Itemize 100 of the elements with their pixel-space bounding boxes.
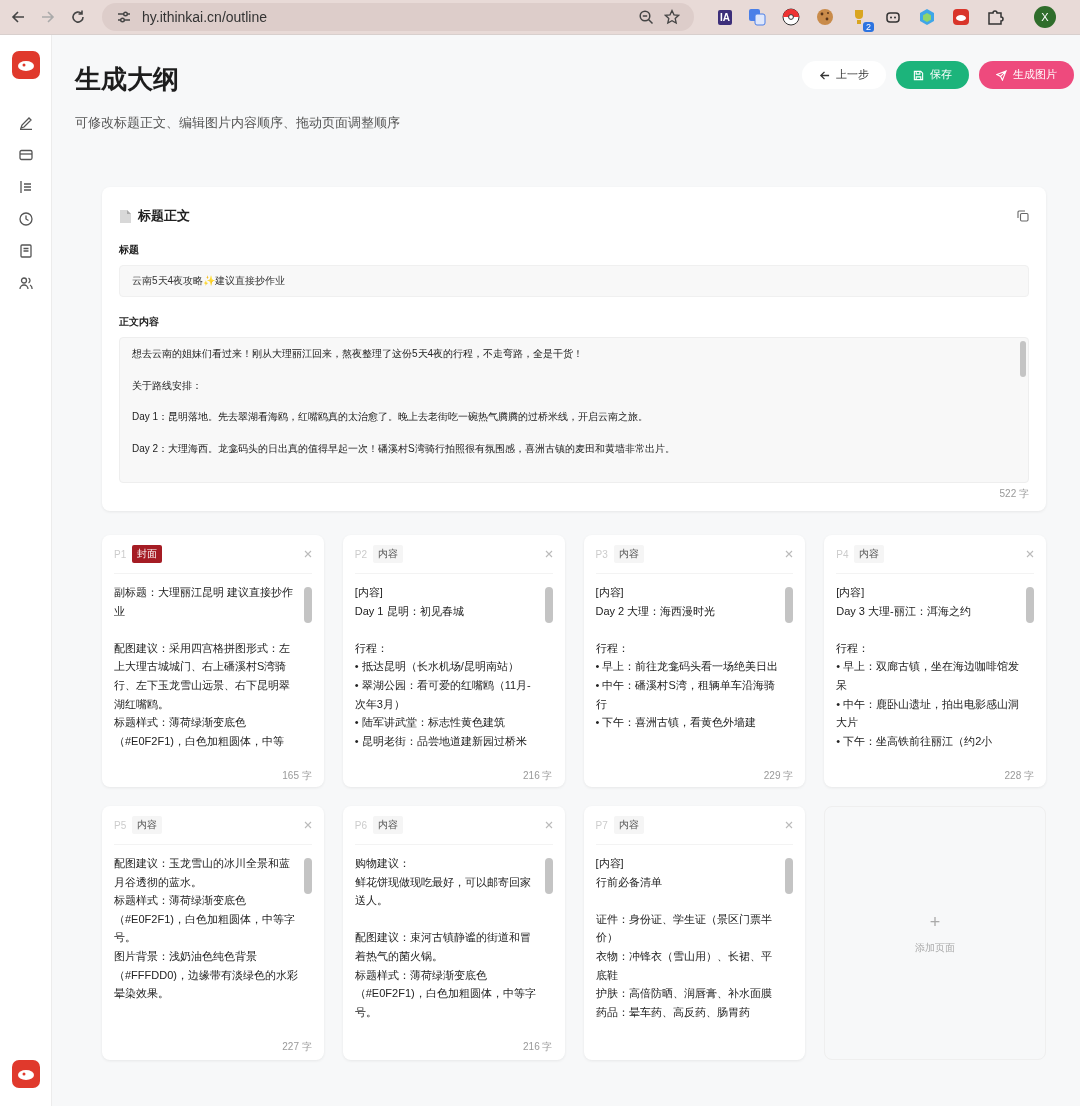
content-line: Day 2 大理：海西漫时光	[595, 603, 717, 619]
book-icon[interactable]	[18, 244, 33, 258]
content-line: 标题样式：薄荷绿渐变底色（#E0F2F1)，白色加粗圆体，中等	[114, 715, 285, 749]
content-line: [内容]	[595, 856, 625, 871]
content-line: [内容]	[595, 585, 625, 600]
scrollbar-thumb[interactable]	[1020, 341, 1026, 377]
page-tag: 内容	[613, 816, 644, 834]
document-icon	[119, 208, 132, 224]
content-line: 鲜花饼现做现吃最好，可以邮寄回家送人。	[354, 874, 532, 909]
profile-avatar[interactable]: X	[1034, 6, 1056, 28]
star-icon[interactable]	[664, 9, 680, 25]
content-line: • 陆军讲武堂：标志性黄色建筑	[354, 715, 506, 731]
site-settings-icon[interactable]	[116, 10, 132, 24]
pencil-icon[interactable]	[18, 116, 33, 130]
content-line: 证件：身份证、学生证（景区门票半价）	[595, 911, 773, 946]
page-subtitle: 可修改标题正文、编辑图片内容顺序、拖动页面调整顺序	[75, 115, 400, 132]
field-label: 标题	[119, 243, 140, 257]
scrollbar-thumb[interactable]	[544, 587, 553, 623]
character-count: 522 字	[998, 487, 1029, 501]
content-line: [内容]	[836, 585, 866, 600]
content-line: 购物建议：	[354, 856, 411, 871]
url-text: hy.ithinkai.cn/outline	[142, 9, 268, 25]
copy-icon[interactable]	[1017, 210, 1029, 222]
send-icon	[996, 69, 1007, 81]
scrollbar-thumb[interactable]	[785, 858, 794, 894]
content-line: Day 3 大理-丽江：洱海之约	[836, 603, 972, 619]
app-logo-icon[interactable]	[11, 51, 40, 79]
scrollbar-thumb[interactable]	[785, 587, 794, 623]
page-title: 生成大纲	[75, 63, 180, 96]
character-count: 228 字	[1003, 769, 1034, 783]
character-count: 227 字	[281, 1040, 312, 1054]
content-line: 标题样式：薄荷绿渐变底色（#E0F2F1)，白色加粗圆体，中等字号。	[114, 893, 296, 946]
field-label: 正文内容	[119, 315, 160, 329]
address-bar[interactable]: hy.ithinkai.cn/outline	[102, 3, 694, 31]
character-count: 216 字	[522, 769, 553, 783]
content-line: • 下午：喜洲古镇，看黄色外墙建	[595, 715, 758, 731]
content-line: 行程：	[354, 640, 389, 656]
content-line: 药品：晕车药、高反药、肠胃药	[595, 1004, 751, 1020]
content-line: 配图建议：采用四宫格拼图形式：左上大理古城城门、右上磻溪村S湾骑行、左下玉龙雪山远景、右下昆明翠湖红嘴鸥。	[114, 640, 291, 712]
translate-icon[interactable]	[748, 8, 766, 26]
add-page-label: 添加页面	[915, 940, 956, 955]
scrollbar-thumb[interactable]	[544, 858, 553, 894]
content-line: • 昆明老街：品尝地道建新园过桥米	[354, 733, 528, 749]
plus-icon: +	[929, 911, 941, 933]
character-count: 165 字	[281, 769, 312, 783]
users-icon[interactable]	[18, 276, 33, 290]
body-paragraph: Day 2：大理海西。龙龛码头的日出真的值得早起一次！磻溪村S湾骑行拍照很有氛围感，喜洲古镇的麦田和黄墙非常出片。	[132, 441, 676, 456]
scrollbar-thumb[interactable]	[1026, 587, 1034, 623]
page-tag: 内容	[613, 545, 644, 563]
puzzle-icon[interactable]	[986, 8, 1004, 26]
card-heading: 标题正文	[138, 207, 190, 225]
page-tag: 内容	[854, 545, 885, 563]
content-line: 行前必备清单	[595, 874, 663, 890]
card-icon[interactable]	[18, 148, 33, 162]
content-line: • 下午：坐高铁前往丽江（约2小	[836, 733, 994, 749]
content-line: Day 1 昆明：初见春城	[354, 603, 465, 619]
content-line: • 翠湖公园：看可爱的红嘴鸥（11月-次年3月）	[354, 677, 532, 712]
extension-icon[interactable]: IA	[718, 9, 732, 25]
list-icon[interactable]	[18, 180, 33, 194]
notification-badge: 2	[863, 22, 874, 32]
page-tag: 内容	[373, 816, 403, 834]
scrollbar-thumb[interactable]	[303, 587, 312, 623]
content-line: 护肤：高倍防晒、润唇膏、补水面膜	[595, 986, 773, 1002]
content-line: • 早上：双廊古镇，坐在海边咖啡馆发呆	[836, 659, 1021, 693]
body-paragraph: 想去云南的姐妹们看过来！刚从大理丽江回来，熬夜整理了这份5天4夜的行程，不走弯路，全是干货！	[132, 347, 585, 361]
cookie-icon[interactable]	[816, 8, 834, 26]
body-textarea[interactable]: 想去云南的姐妹们看过来！刚从大理丽江回来，熬夜整理了这份5天4夜的行程，不走弯路，全是干货！ 关于路线安排： Day 1：昆明落地。先去翠湖看海鸥，红嘴鸥真的太治愈了。晚上去老街吃一碗热气腾腾的过桥米线，开启云南之旅。 Day 2：大理海西。龙龛码头的日出真的值得早起一次！磻溪村S湾骑行拍照很有氛围感，喜洲古镇的麦田和黄墙非常出片。	[119, 337, 1029, 483]
content-line: • 早上：前往龙龛码头看一场绝美日出	[595, 659, 780, 675]
content-line: [内容]	[354, 585, 384, 600]
app-logo-icon[interactable]	[952, 8, 970, 26]
reload-icon[interactable]	[70, 9, 86, 25]
page-tag: 内容	[373, 545, 403, 563]
content-line: 配图建议：束河古镇静谧的街道和冒着热气的菌火锅。	[354, 930, 532, 964]
ball-icon[interactable]	[782, 8, 800, 26]
content-line: • 中午：鹿卧山遗址，拍出电影感山洞大片	[836, 696, 1021, 731]
page-tag: 内容	[132, 816, 163, 834]
arrow-left-icon	[819, 69, 830, 81]
character-count: 216 字	[522, 1040, 553, 1054]
app-logo-icon[interactable]	[11, 1060, 40, 1088]
content-line: 配图建议：玉龙雪山的冰川全景和蓝月谷透彻的蓝水。	[114, 856, 291, 890]
content-line: 图片背景：浅奶油色纯色背景（#FFFDD0)，边缘带有淡绿色的水彩晕染效果。	[114, 948, 299, 1002]
content-line: 行程：	[595, 640, 630, 656]
content-line: • 抵达昆明（长水机场/昆明南站）	[354, 659, 520, 675]
generate-button[interactable]: 生成图片	[979, 61, 1074, 89]
content-line: • 中午：磻溪村S湾，租辆单车沿海骑行	[595, 677, 776, 712]
page-tag: 封面	[132, 545, 163, 563]
content-line: 衣物：冲锋衣（雪山用）、长裙、平底鞋	[595, 948, 773, 983]
content-line: 副标题：大理丽江昆明 建议直接抄作业	[114, 585, 295, 619]
save-icon	[913, 69, 924, 81]
character-count: 229 字	[762, 769, 794, 783]
back-button[interactable]: 上一步	[802, 61, 886, 89]
scrollbar-thumb[interactable]	[303, 858, 312, 894]
zoom-out-icon[interactable]	[638, 9, 654, 25]
body-paragraph: Day 1：昆明落地。先去翠湖看海鸥，红嘴鸥真的太治愈了。晚上去老街吃一碗热气腾腾的过桥米线，开启云南之旅。	[132, 410, 650, 425]
body-paragraph: 关于路线安排：	[132, 378, 203, 393]
content-line: 标题样式：薄荷绿渐变底色（#E0F2F1)，白色加粗圆体，中等字号。	[354, 967, 537, 1020]
content-line: 行程：	[836, 640, 871, 656]
clock-icon[interactable]	[18, 212, 33, 226]
title-input[interactable]: 云南5天4夜攻略✨建议直接抄作业	[119, 265, 1029, 297]
back-icon[interactable]	[10, 9, 26, 25]
